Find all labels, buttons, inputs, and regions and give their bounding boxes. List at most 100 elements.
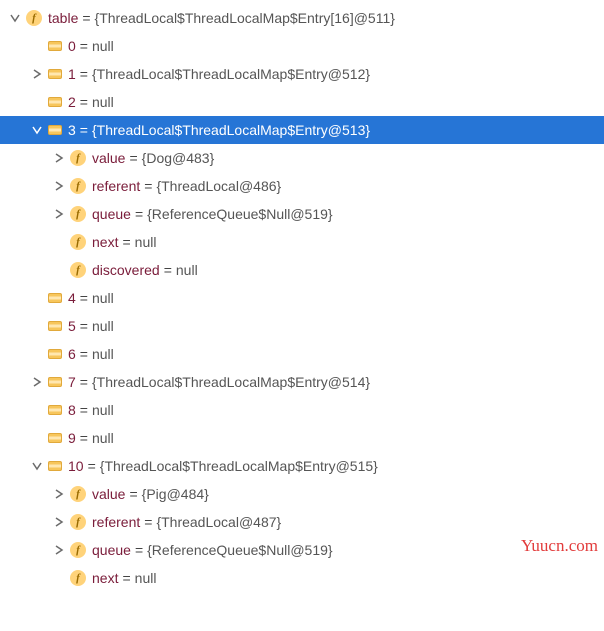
equals-sign: = [76,318,92,334]
toggle-right-icon[interactable] [48,517,70,527]
tree-row[interactable]: value={Pig@484} [0,480,604,508]
equals-sign: = [140,514,156,530]
array-slot-icon [48,377,62,387]
node-name: 0 [68,38,76,54]
field-icon [70,206,86,222]
toggle-down-icon[interactable] [4,13,26,23]
node-name: 10 [68,458,84,474]
equals-sign: = [76,122,92,138]
equals-sign: = [131,542,147,558]
node-name: 1 [68,66,76,82]
node-value: {ReferenceQueue$Null@519} [147,206,332,222]
tree-row[interactable]: 2=null [0,88,604,116]
array-slot-icon [48,41,62,51]
toggle-right-icon[interactable] [48,545,70,555]
node-value: null [135,570,157,586]
toggle-right-icon[interactable] [26,69,48,79]
equals-sign: = [76,430,92,446]
node-value: null [92,38,114,54]
field-icon [70,570,86,586]
node-name: discovered [92,262,160,278]
node-name: next [92,570,118,586]
equals-sign: = [78,10,94,26]
tree-row[interactable]: 8=null [0,396,604,424]
node-value: null [92,346,114,362]
tree-row[interactable]: discovered=null [0,256,604,284]
node-name: 5 [68,318,76,334]
node-name: queue [92,542,131,558]
toggle-right-icon[interactable] [48,181,70,191]
tree-row[interactable]: table={ThreadLocal$ThreadLocalMap$Entry[… [0,4,604,32]
node-value: {ThreadLocal$ThreadLocalMap$Entry[16]@51… [95,10,395,26]
equals-sign: = [118,570,134,586]
node-value: {ThreadLocal$ThreadLocalMap$Entry@513} [92,122,370,138]
tree-row[interactable]: referent={ThreadLocal@487} [0,508,604,536]
tree-row[interactable]: 3={ThreadLocal$ThreadLocalMap$Entry@513} [0,116,604,144]
node-value: null [135,234,157,250]
node-value: {ThreadLocal$ThreadLocalMap$Entry@512} [92,66,370,82]
field-icon [70,234,86,250]
node-value: {ThreadLocal@486} [156,178,281,194]
equals-sign: = [160,262,176,278]
array-slot-icon [48,293,62,303]
equals-sign: = [131,206,147,222]
field-icon [70,514,86,530]
tree-row[interactable]: queue={ReferenceQueue$Null@519} [0,536,604,564]
node-value: null [92,290,114,306]
field-icon [70,150,86,166]
field-icon [70,542,86,558]
equals-sign: = [76,346,92,362]
field-icon [26,10,42,26]
array-slot-icon [48,69,62,79]
array-slot-icon [48,461,62,471]
node-value: {Pig@484} [142,486,209,502]
array-slot-icon [48,125,62,135]
toggle-right-icon[interactable] [48,489,70,499]
toggle-right-icon[interactable] [26,377,48,387]
tree-row[interactable]: referent={ThreadLocal@486} [0,172,604,200]
toggle-down-icon[interactable] [26,125,48,135]
variable-tree: table={ThreadLocal$ThreadLocalMap$Entry[… [0,4,604,592]
node-value: {ThreadLocal$ThreadLocalMap$Entry@515} [100,458,378,474]
tree-row[interactable]: 10={ThreadLocal$ThreadLocalMap$Entry@515… [0,452,604,480]
node-name: 7 [68,374,76,390]
node-name: next [92,234,118,250]
tree-row[interactable]: queue={ReferenceQueue$Null@519} [0,200,604,228]
equals-sign: = [76,66,92,82]
tree-row[interactable]: 4=null [0,284,604,312]
array-slot-icon [48,97,62,107]
array-slot-icon [48,321,62,331]
field-icon [70,262,86,278]
tree-row[interactable]: 5=null [0,312,604,340]
tree-row[interactable]: next=null [0,228,604,256]
toggle-down-icon[interactable] [26,461,48,471]
node-name: 2 [68,94,76,110]
node-name: value [92,150,125,166]
tree-row[interactable]: 7={ThreadLocal$ThreadLocalMap$Entry@514} [0,368,604,396]
equals-sign: = [76,38,92,54]
tree-row[interactable]: value={Dog@483} [0,144,604,172]
equals-sign: = [76,374,92,390]
node-name: 9 [68,430,76,446]
equals-sign: = [140,178,156,194]
field-icon [70,178,86,194]
toggle-right-icon[interactable] [48,209,70,219]
node-value: null [92,430,114,446]
equals-sign: = [76,402,92,418]
tree-row[interactable]: 6=null [0,340,604,368]
node-name: 3 [68,122,76,138]
tree-row[interactable]: next=null [0,564,604,592]
node-value: {ReferenceQueue$Null@519} [147,542,332,558]
node-value: null [92,402,114,418]
field-icon [70,486,86,502]
toggle-right-icon[interactable] [48,153,70,163]
node-name: table [48,10,78,26]
equals-sign: = [118,234,134,250]
node-name: queue [92,206,131,222]
tree-row[interactable]: 0=null [0,32,604,60]
node-value: null [176,262,198,278]
tree-row[interactable]: 9=null [0,424,604,452]
tree-row[interactable]: 1={ThreadLocal$ThreadLocalMap$Entry@512} [0,60,604,88]
equals-sign: = [125,486,141,502]
node-value: {Dog@483} [142,150,215,166]
